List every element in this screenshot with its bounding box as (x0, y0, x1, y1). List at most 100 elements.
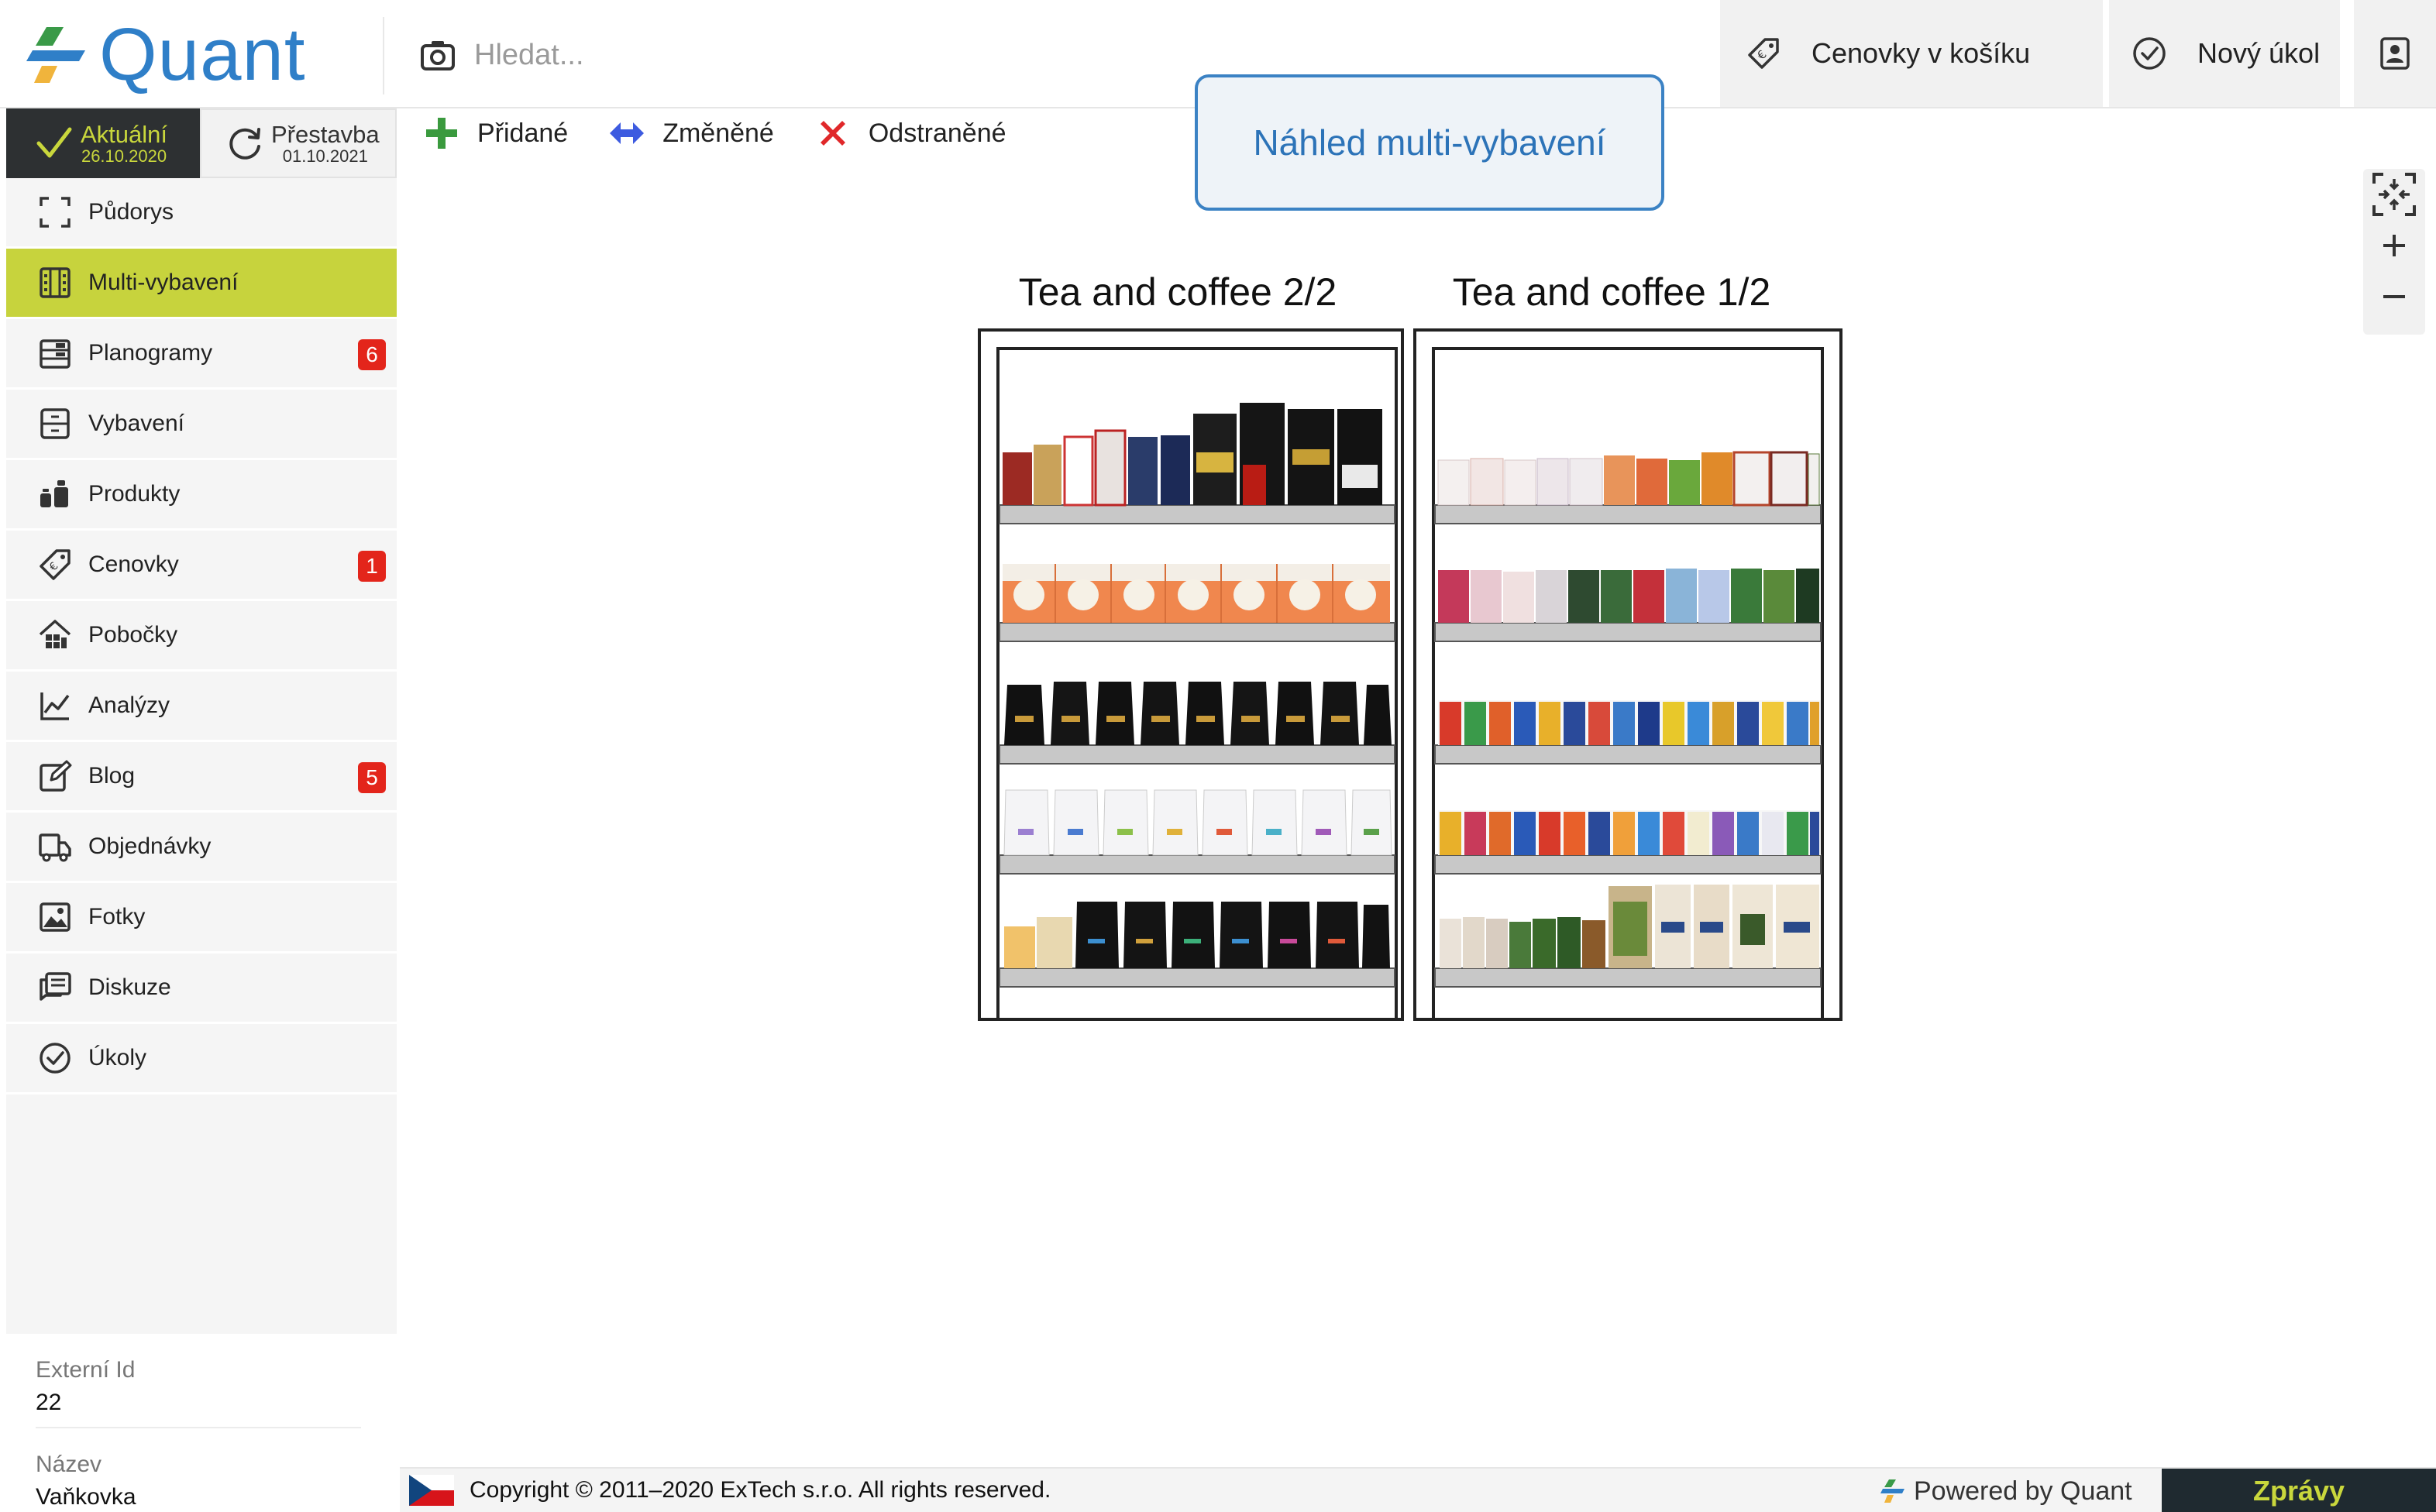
double-arrow-icon (610, 122, 645, 144)
preview-title: Náhled multi-vybavení (1253, 122, 1606, 163)
shelf-row-products (1438, 810, 1821, 855)
sidebar-item-pobocky[interactable]: Pobočky (6, 601, 397, 672)
sidebar-item-label: Pobočky (88, 622, 178, 648)
legend-added: Přidané (423, 115, 568, 152)
discussion-icon (40, 972, 71, 1001)
sidebar-item-label: Blog (88, 763, 136, 789)
sidebar-item-planogramy[interactable]: Planogramy 6 (6, 319, 397, 390)
plus-icon (426, 118, 457, 149)
sidebar-item-label: Úkoly (88, 1045, 147, 1070)
sidebar-item-fotky[interactable]: Fotky (6, 883, 397, 954)
sidebar-item-label: Diskuze (88, 974, 171, 1000)
version-tab-current[interactable]: Aktuální 26.10.2020 (6, 108, 200, 178)
footer: Copyright © 2011–2020 ExTech s.r.o. All … (400, 1467, 2436, 1512)
version-tab-rebuild[interactable]: Přestavba 01.10.2021 (200, 108, 397, 178)
store-name-label: Název (36, 1452, 102, 1477)
shelf-row-products (1438, 700, 1821, 745)
refresh-icon (229, 128, 260, 160)
legend-changed-label: Změněné (662, 118, 774, 148)
sidebar-item-label: Multi-vybavení (88, 270, 239, 295)
legend-removed-label: Odstraněné (868, 118, 1006, 148)
store-name-block: Název Vaňkovka (36, 1452, 361, 1512)
powered-by-label: Powered by Quant (1914, 1476, 2132, 1506)
price-tags-cart-label: Cenovky v košíku (1812, 37, 2031, 69)
sidebar-item-blog[interactable]: Blog 5 (6, 742, 397, 813)
unit-title-coffee-2: Tea and coffee 2/2 (1018, 270, 1337, 314)
app-name: Quant (99, 13, 306, 96)
legend-changed: Změněné (608, 115, 774, 152)
news-button[interactable]: Zprávy (2162, 1469, 2436, 1512)
price-tag-icon: € (40, 549, 71, 580)
fit-to-screen-button[interactable] (2363, 169, 2425, 220)
price-tags-count-badge: 1 (358, 551, 386, 582)
new-task-button[interactable]: Nový úkol (2103, 0, 2340, 107)
version-tabs: Aktuální 26.10.2020 Přestavba 01.10.2021 (6, 108, 397, 178)
grid-icon (40, 267, 71, 298)
sidebar-item-ukoly[interactable]: Úkoly (6, 1024, 397, 1094)
sidebar-nav: Půdorys Multi-vybavení Planogramy 6 Vyba… (6, 178, 397, 1094)
cabinet-icon (40, 408, 70, 439)
store-icon (39, 620, 71, 648)
sidebar-item-label: Půdorys (88, 199, 174, 225)
version-current-text: Aktuální 26.10.2020 (81, 122, 167, 165)
store-info-panel: Externí Id 22 Název Vaňkovka (6, 1334, 397, 1512)
zoom-out-button[interactable] (2363, 271, 2425, 322)
shelf-units-drawing[interactable] (961, 328, 1860, 1030)
sidebar: Aktuální 26.10.2020 Přestavba 01.10.2021 (6, 108, 397, 1512)
multi-equipment-canvas: Tea and coffee 2/2 Tea and coffee 1/2 (961, 256, 1860, 1030)
user-profile-button[interactable] (2348, 0, 2436, 107)
sidebar-item-label: Fotky (88, 904, 146, 930)
version-rebuild-label: Přestavba (271, 120, 380, 148)
search-input[interactable] (474, 38, 1404, 72)
copyright-text: Copyright © 2011–2020 ExTech s.r.o. All … (470, 1477, 1051, 1503)
sidebar-item-cenovky[interactable]: € Cenovky 1 (6, 531, 397, 601)
sidebar-item-objednavky[interactable]: Objednávky (6, 813, 397, 883)
quant-logo-icon (26, 27, 85, 83)
sidebar-item-label: Analýzy (88, 692, 170, 718)
sidebar-item-label: Planogramy (88, 340, 213, 366)
unit-title-coffee-1: Tea and coffee 1/2 (1452, 270, 1771, 314)
legend-added-label: Přidané (477, 118, 569, 148)
sidebar-item-diskuze[interactable]: Diskuze (6, 954, 397, 1024)
sidebar-item-vybaveni[interactable]: Vybavení (6, 390, 397, 460)
store-name-value: Vaňkovka (36, 1484, 136, 1510)
planograms-count-badge: 6 (358, 339, 386, 370)
logo-divider (383, 17, 384, 94)
external-id-block: Externí Id 22 (36, 1357, 361, 1428)
cross-icon (820, 121, 845, 146)
shelf-unit-coffee-1[interactable] (1413, 328, 1842, 1021)
floorplan-icon (40, 197, 71, 228)
czech-flag-icon[interactable] (409, 1475, 454, 1506)
shelf-row-products (1004, 682, 1392, 745)
sidebar-item-label: Produkty (88, 481, 181, 507)
sidebar-item-label: Objednávky (88, 833, 212, 859)
analytics-icon (40, 692, 70, 720)
sidebar-item-produkty[interactable]: Produkty (6, 460, 397, 531)
external-id-label: Externí Id (36, 1357, 136, 1383)
products-icon (40, 480, 68, 507)
sidebar-item-label: Cenovky (88, 552, 179, 577)
sidebar-item-pudorys[interactable]: Půdorys (6, 178, 397, 249)
shelf-unit-coffee-2[interactable] (978, 328, 1404, 1021)
price-tag-icon: € (1748, 38, 1779, 69)
zoom-in-button[interactable] (2363, 220, 2425, 271)
plus-icon (2383, 235, 2405, 256)
change-legend: Přidané Změněné Odstraněné (423, 113, 1047, 153)
price-tags-cart-button[interactable]: € Cenovky v košíku (1720, 0, 2103, 107)
sidebar-item-multi-vybaveni[interactable]: Multi-vybavení (6, 249, 397, 319)
camera-icon[interactable] (418, 36, 457, 74)
edit-icon (40, 760, 72, 792)
version-current-label: Aktuální (81, 120, 168, 148)
quant-logo[interactable]: Quant (23, 13, 306, 96)
quant-small-logo-icon (1880, 1479, 1904, 1503)
planogram-icon (40, 339, 71, 369)
sidebar-item-analyzy[interactable]: Analýzy (6, 672, 397, 742)
powered-by[interactable]: Powered by Quant (1880, 1469, 2132, 1512)
checkmark-icon (36, 127, 72, 158)
preview-title-box: Náhled multi-vybavení (1195, 74, 1664, 211)
external-id-value: 22 (36, 1390, 62, 1415)
app-root: Quant € Cenovky v košíku Nový ú (0, 0, 2436, 1512)
shelf-row-products (1003, 564, 1390, 623)
sidebar-item-label: Vybavení (88, 411, 184, 436)
check-circle-icon (2133, 37, 2166, 70)
